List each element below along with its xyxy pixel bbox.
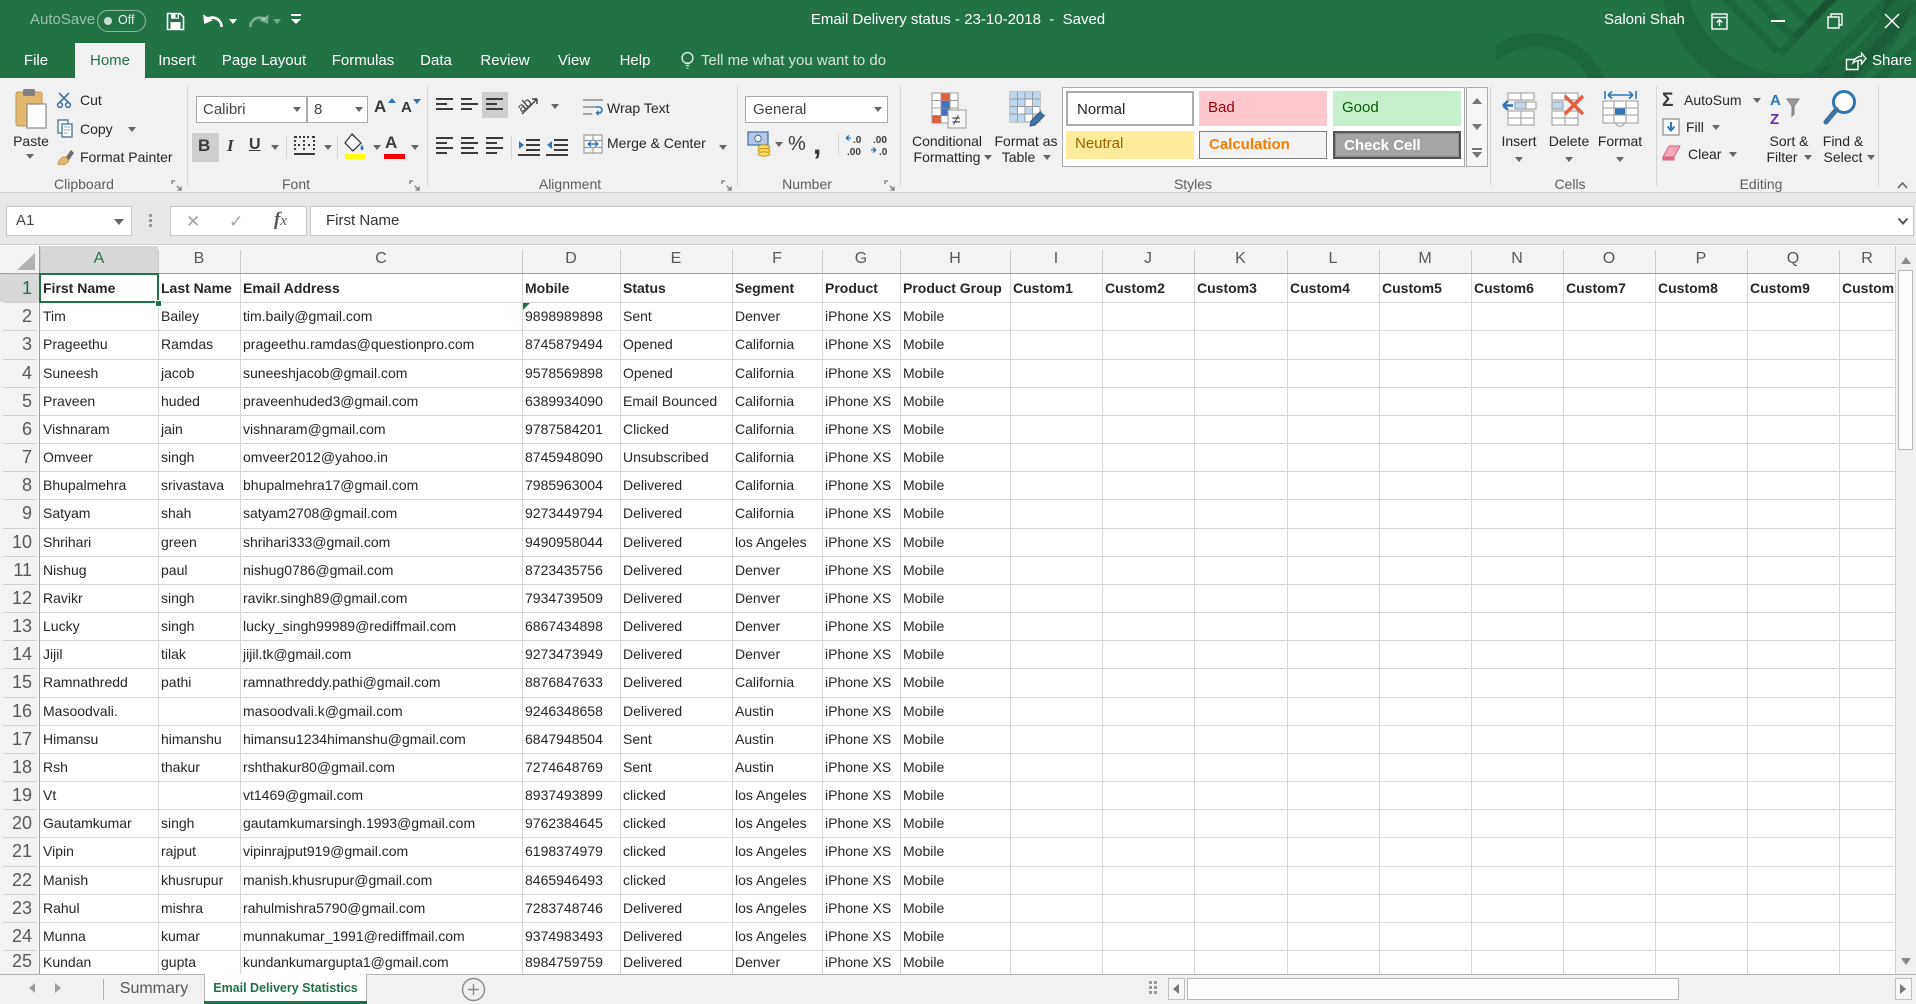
svg-text:A: A bbox=[1770, 92, 1781, 109]
svg-text:.00: .00 bbox=[847, 147, 861, 157]
svg-text:Z: Z bbox=[1770, 111, 1779, 127]
svg-text:.0: .0 bbox=[853, 135, 862, 146]
svg-text:≠: ≠ bbox=[952, 112, 960, 129]
